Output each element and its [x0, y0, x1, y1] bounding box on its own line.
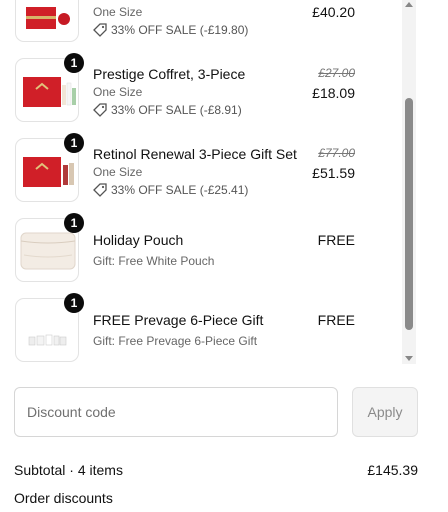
scrollbar[interactable] — [402, 0, 416, 364]
original-price: £77.00 — [318, 146, 355, 160]
subtotal-label: Subtotal · 4 items — [14, 462, 123, 478]
tag-icon — [93, 23, 107, 37]
cart-items-list[interactable]: One Size 33% OFF SALE (-£19.80) £40.20 1… — [0, 0, 448, 368]
item-price: FREE — [317, 312, 355, 328]
item-name: FREE Prevage 6-Piece Gift — [93, 312, 264, 328]
item-variant: One Size — [93, 165, 143, 179]
item-name: Prestige Coffret, 3-Piece — [93, 66, 246, 82]
cart-item: 1 Holiday Pouch Gift: Free White Pouch F… — [0, 213, 400, 284]
quantity-badge: 1 — [64, 53, 84, 73]
item-name: Holiday Pouch — [93, 232, 184, 248]
cart-item: One Size 33% OFF SALE (-£19.80) £40.20 — [0, 0, 400, 44]
discount-code-input[interactable] — [14, 387, 338, 437]
original-price: £27.00 — [318, 66, 355, 80]
subtotal-value: £145.39 — [367, 462, 418, 478]
apply-button[interactable]: Apply — [352, 387, 418, 437]
tag-icon — [93, 183, 107, 197]
item-variant: One Size — [93, 85, 143, 99]
item-name: Retinol Renewal 3-Piece Gift Set — [93, 146, 297, 162]
scroll-up-arrow-icon[interactable] — [405, 2, 413, 7]
scroll-down-arrow-icon[interactable] — [405, 356, 413, 361]
cart-item: 1 FREE Prevage 6-Piece Gift Gift: Free P… — [0, 293, 400, 364]
quantity-badge: 1 — [64, 213, 84, 233]
product-thumbnail — [15, 0, 79, 42]
quantity-badge: 1 — [64, 133, 84, 153]
tag-icon — [93, 103, 107, 117]
item-discount: 33% OFF SALE (-£19.80) — [93, 23, 248, 37]
item-price: £51.59 — [312, 165, 355, 181]
cart-item: 1 Prestige Coffret, 3-Piece One Size 33%… — [0, 53, 400, 124]
cart-item: 1 Retinol Renewal 3-Piece Gift Set One S… — [0, 133, 400, 204]
item-price: £18.09 — [312, 85, 355, 101]
item-price: FREE — [317, 232, 355, 248]
scrollbar-thumb[interactable] — [405, 98, 413, 330]
order-discounts-label: Order discounts — [14, 490, 113, 506]
quantity-badge: 1 — [64, 293, 84, 313]
item-variant: One Size — [93, 5, 143, 19]
item-discount: 33% OFF SALE (-£25.41) — [93, 183, 248, 197]
item-variant: Gift: Free White Pouch — [93, 254, 215, 268]
item-variant: Gift: Free Prevage 6-Piece Gift — [93, 334, 258, 348]
item-price: £40.20 — [312, 4, 355, 20]
item-discount: 33% OFF SALE (-£8.91) — [93, 103, 242, 117]
